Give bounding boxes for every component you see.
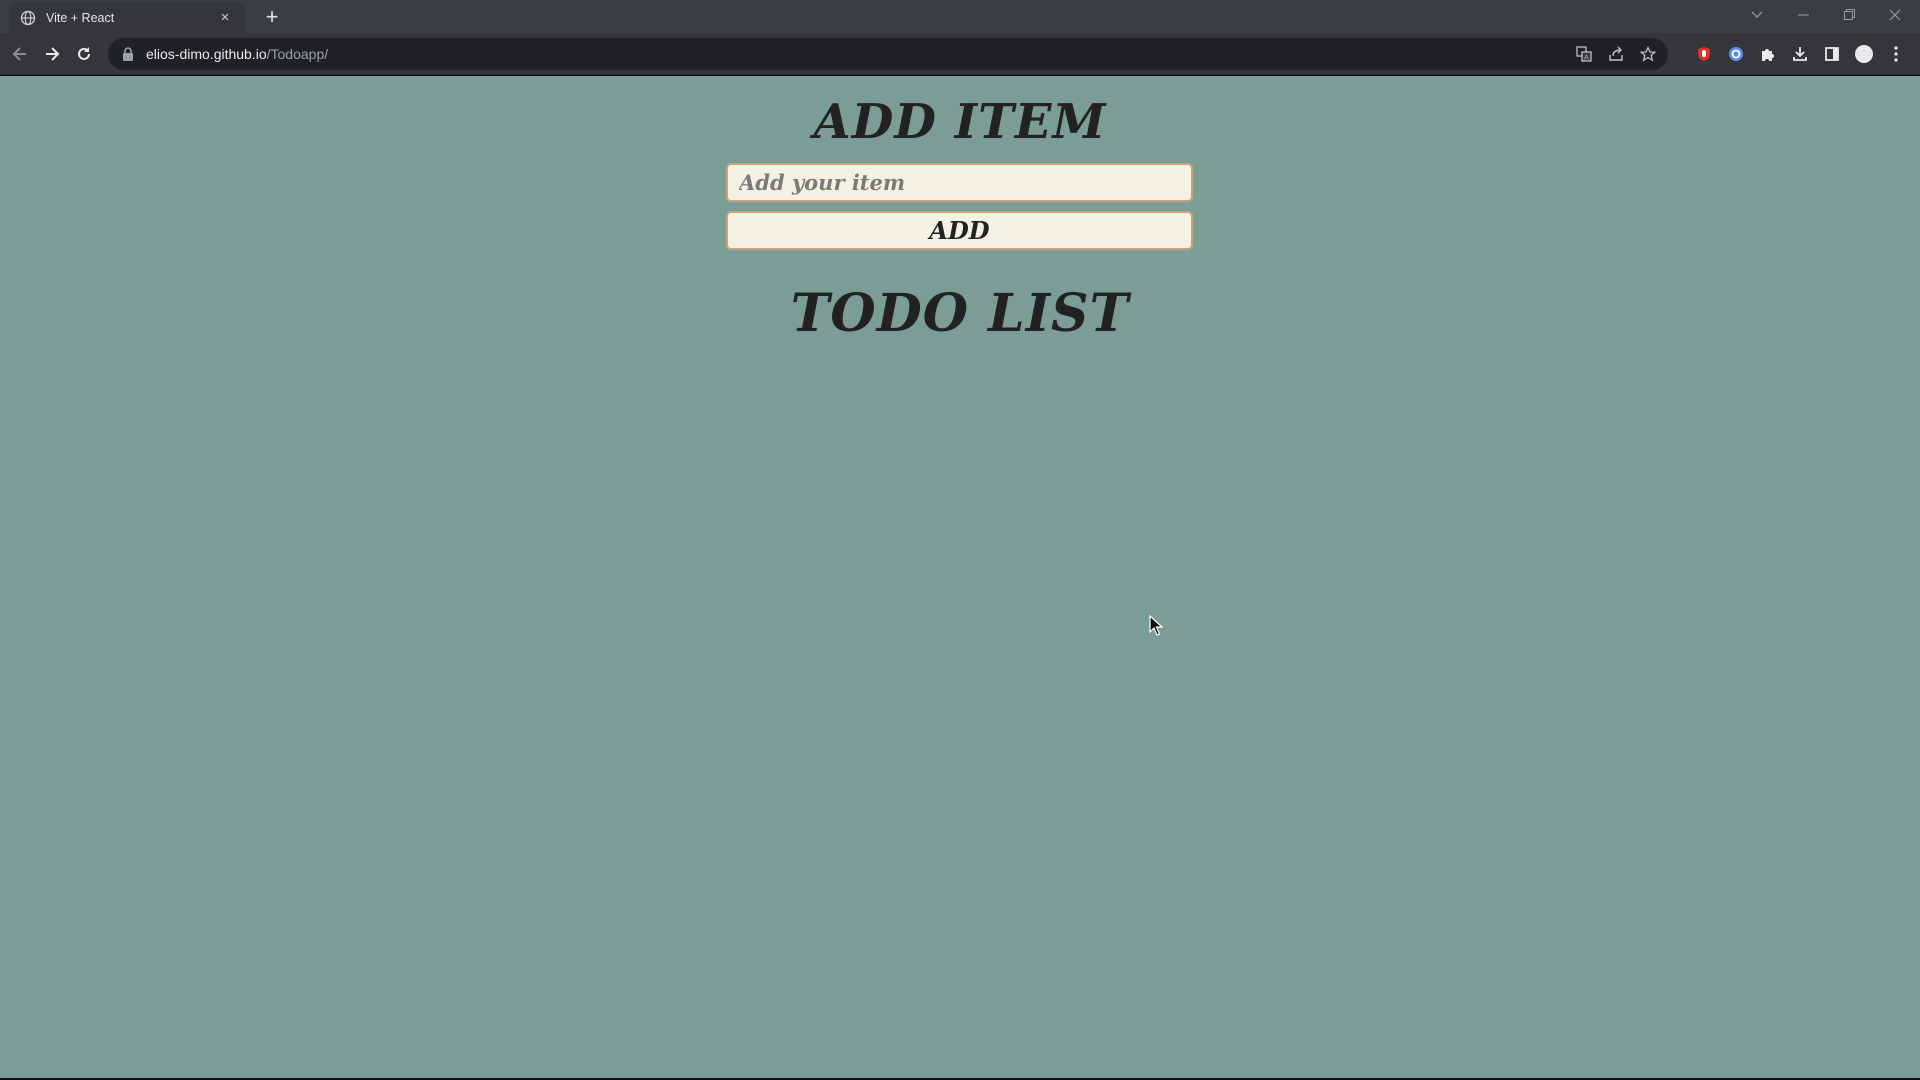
browser-tab[interactable]: Vite + React × — [9, 2, 245, 33]
reload-button[interactable] — [68, 38, 100, 70]
restore-icon[interactable] — [1826, 0, 1872, 29]
tab-close-icon[interactable]: × — [215, 9, 235, 26]
address-bar[interactable]: elios-dimo.github.io/Todoapp/ A — [108, 38, 1668, 70]
back-arrow-icon — [12, 47, 26, 61]
forward-button[interactable] — [36, 38, 68, 70]
page-viewport: ADD ITEM ADD TODO LIST — [0, 76, 1920, 1078]
star-icon[interactable] — [1632, 38, 1664, 70]
tab-search-button[interactable] — [1734, 0, 1780, 29]
globe-icon — [20, 10, 36, 25]
add-item-heading: ADD ITEM — [813, 94, 1107, 150]
lock-icon[interactable] — [122, 47, 134, 61]
blue-circle-extension-icon[interactable] — [1720, 38, 1752, 70]
browser-toolbar: elios-dimo.github.io/Todoapp/ A — [0, 33, 1920, 75]
svg-text:A: A — [1584, 54, 1589, 62]
profile-avatar-icon[interactable] — [1848, 38, 1880, 70]
address-bar-actions: A — [1568, 38, 1664, 70]
tab-strip: Vite + React × + — [0, 0, 1920, 33]
kebab-menu-icon[interactable] — [1880, 38, 1912, 70]
translate-icon[interactable]: A — [1568, 38, 1600, 70]
extension-area — [1688, 38, 1912, 70]
tab-title: Vite + React — [46, 10, 115, 25]
add-button[interactable]: ADD — [726, 211, 1193, 250]
item-input[interactable] — [726, 163, 1193, 202]
todo-list-heading: TODO LIST — [790, 283, 1130, 344]
back-button[interactable] — [4, 38, 36, 70]
close-window-icon[interactable] — [1872, 0, 1918, 29]
window-controls — [1780, 0, 1918, 29]
new-tab-button[interactable]: + — [258, 4, 286, 30]
forward-arrow-icon — [46, 47, 60, 61]
side-panel-icon[interactable] — [1816, 38, 1848, 70]
reload-icon — [78, 47, 90, 60]
puzzle-extensions-icon[interactable] — [1752, 38, 1784, 70]
download-icon[interactable] — [1784, 38, 1816, 70]
url-domain: elios-dimo.github.io — [146, 46, 267, 62]
red-shield-extension-icon[interactable] — [1688, 38, 1720, 70]
url-path: /Todoapp/ — [266, 46, 329, 62]
share-icon[interactable] — [1600, 38, 1632, 70]
mouse-cursor-icon — [1149, 615, 1163, 636]
chevron-down-icon[interactable] — [1734, 0, 1780, 29]
minimize-icon[interactable] — [1780, 0, 1826, 29]
